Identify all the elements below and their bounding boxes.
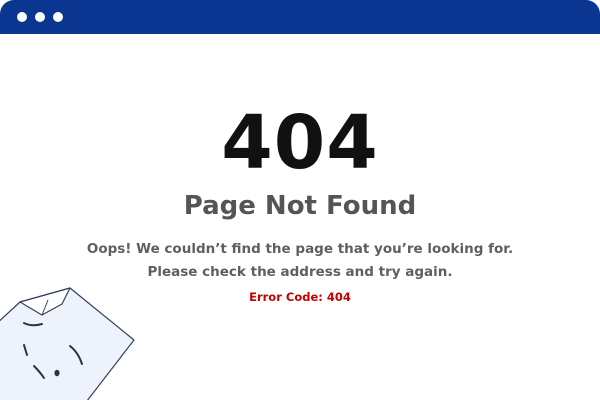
error-message-line-1: Oops! We couldn’t find the page that you… bbox=[86, 241, 514, 257]
window-control-dot-3[interactable] bbox=[53, 12, 63, 22]
window-control-dot-1[interactable] bbox=[17, 12, 27, 22]
error-message-line-2: Please check the address and try again. bbox=[147, 264, 453, 280]
browser-window: 404 Page Not Found Oops! We couldn’t fin… bbox=[0, 0, 600, 400]
sad-page-icon bbox=[0, 287, 135, 400]
error-code-heading: 404 bbox=[221, 100, 379, 186]
window-titlebar bbox=[0, 0, 600, 34]
window-control-dot-2[interactable] bbox=[35, 12, 45, 22]
page-title: Page Not Found bbox=[183, 191, 417, 221]
